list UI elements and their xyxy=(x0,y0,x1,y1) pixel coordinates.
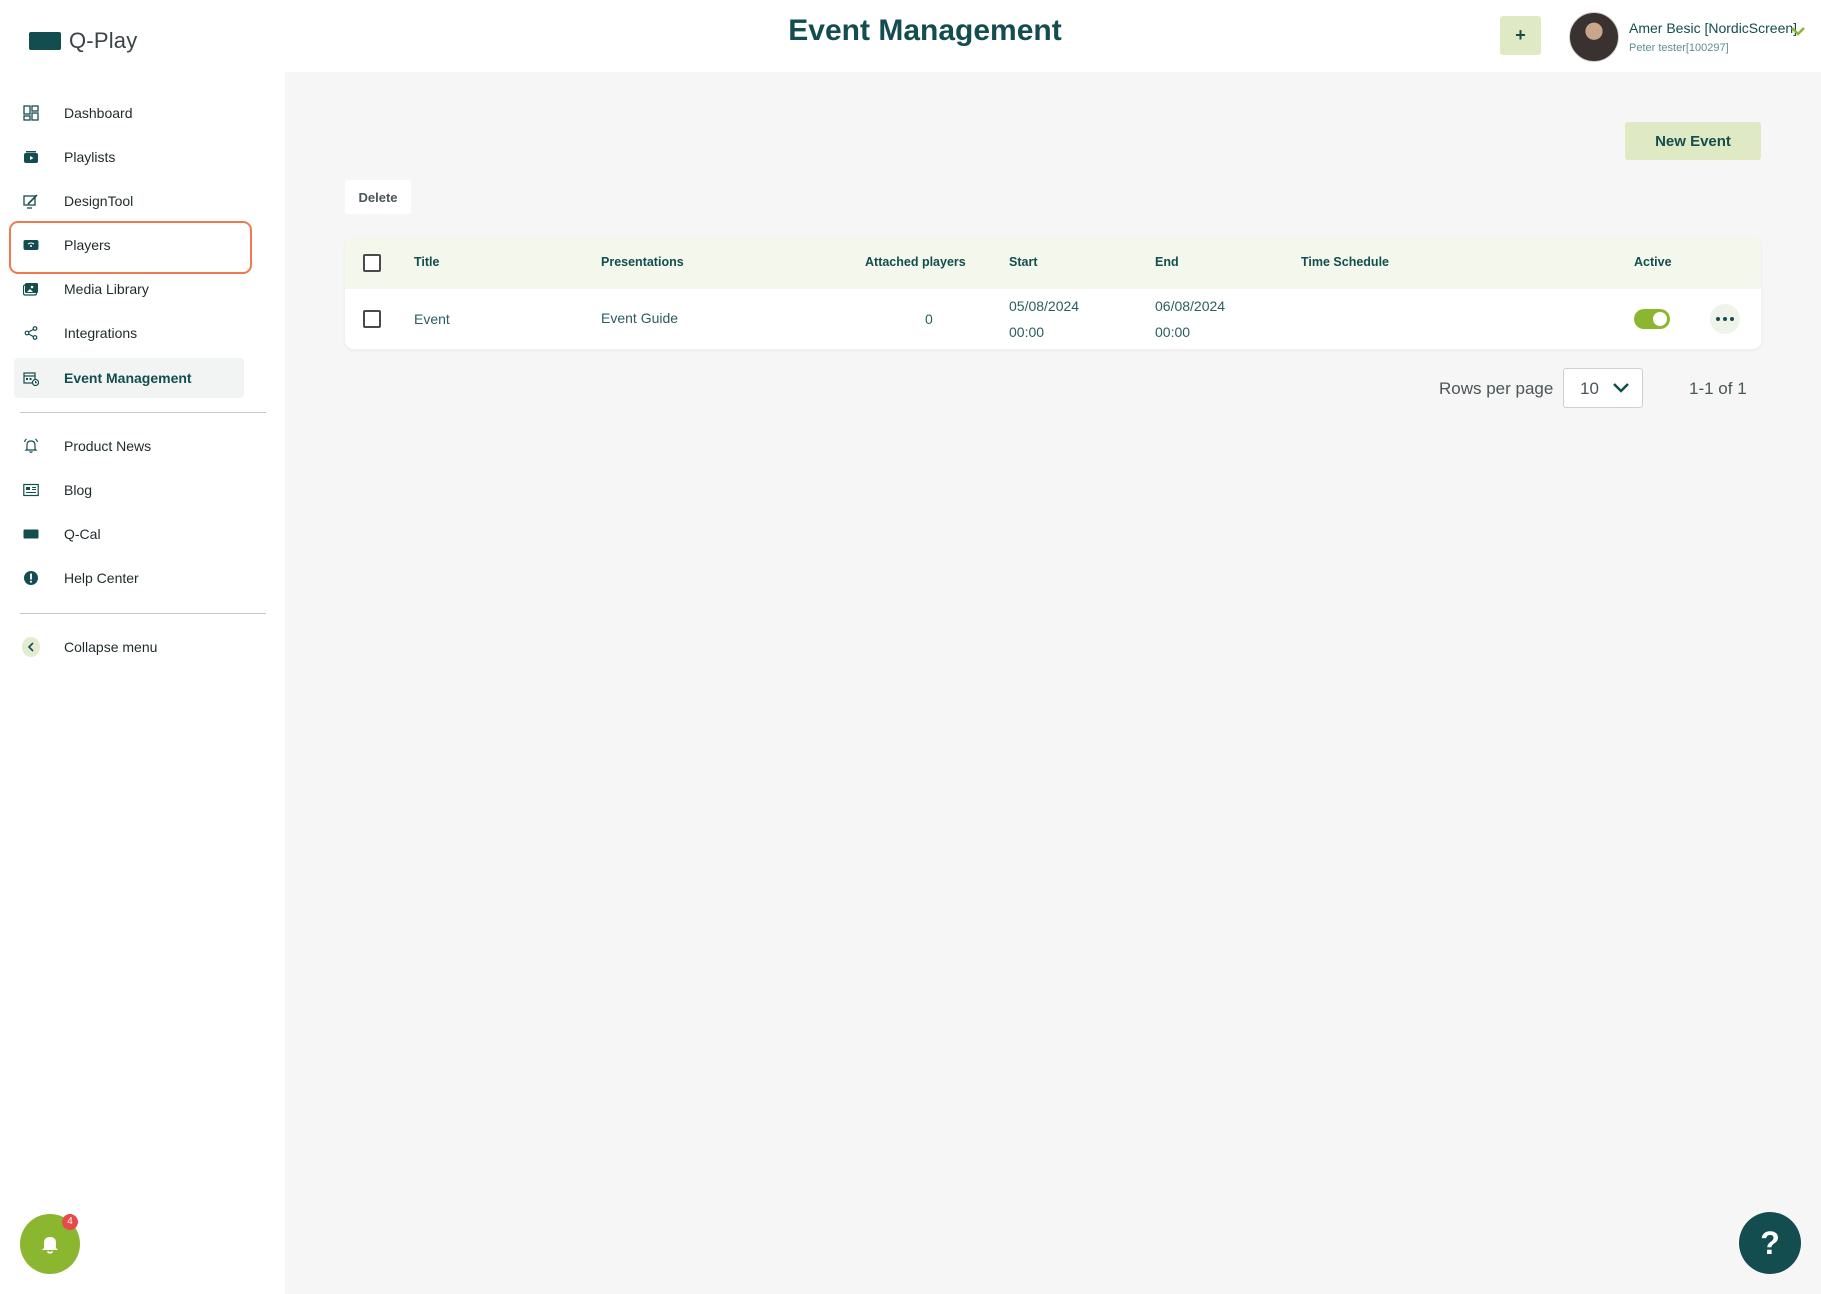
row-checkbox[interactable] xyxy=(363,310,381,328)
sidebar-item-q-cal[interactable]: Q-Cal xyxy=(14,514,244,554)
select-all-checkbox[interactable] xyxy=(363,254,381,272)
sidebar: Dashboard Playlists DesignTool Players M… xyxy=(0,72,285,1294)
start-time: 00:00 xyxy=(1009,324,1045,340)
sidebar-item-label: Playlists xyxy=(64,149,116,165)
sidebar-item-media-library[interactable]: Media Library xyxy=(14,269,244,309)
bell-icon xyxy=(22,437,40,455)
delete-button[interactable]: Delete xyxy=(345,180,411,214)
rows-per-page-label: Rows per page xyxy=(1439,379,1554,398)
sidebar-item-label: Media Library xyxy=(64,281,149,297)
add-button[interactable]: + xyxy=(1500,16,1541,55)
collapse-icon-wrap xyxy=(22,637,40,657)
more-dot xyxy=(1723,317,1727,321)
presentation-link[interactable]: Event Guide xyxy=(601,310,678,326)
sidebar-item-label: Blog xyxy=(64,482,93,498)
sidebar-item-blog[interactable]: Blog xyxy=(14,470,244,510)
collapse-menu-button[interactable]: Collapse menu xyxy=(14,627,244,667)
column-header-end[interactable]: End xyxy=(1155,255,1179,269)
more-dot xyxy=(1730,317,1734,321)
column-header-start[interactable]: Start xyxy=(1009,255,1037,269)
main-content: New Event Delete Title Presentations Att… xyxy=(285,72,1821,1294)
pagination: Rows per page 10 1-1 of 1 xyxy=(1439,368,1761,408)
qcal-icon xyxy=(22,525,40,543)
share-icon xyxy=(22,324,40,342)
column-header-title[interactable]: Title xyxy=(414,255,439,269)
sidebar-item-label: Integrations xyxy=(64,325,138,341)
event-title-link[interactable]: Event xyxy=(414,311,450,327)
bell-icon xyxy=(42,1237,58,1254)
sidebar-item-integrations[interactable]: Integrations xyxy=(14,313,244,353)
page-title: Event Management xyxy=(788,14,1062,47)
sidebar-item-dashboard[interactable]: Dashboard xyxy=(14,93,244,133)
sidebar-item-label: Q-Cal xyxy=(64,526,101,542)
user-menu[interactable]: Amer Besic [NordicScreen] Peter tester[1… xyxy=(1569,12,1805,62)
column-header-active[interactable]: Active xyxy=(1634,255,1672,269)
column-header-presentations[interactable]: Presentations xyxy=(601,255,684,269)
end-date: 06/08/2024 xyxy=(1155,298,1226,314)
sidebar-item-label: Product News xyxy=(64,438,152,454)
user-name: Amer Besic [NordicScreen] xyxy=(1629,20,1798,36)
calendar-icon xyxy=(22,369,40,387)
user-account: Peter tester[100297] xyxy=(1629,42,1729,54)
sidebar-divider xyxy=(20,613,266,614)
info-icon xyxy=(22,569,40,587)
player-icon xyxy=(22,236,40,254)
sidebar-item-label: Dashboard xyxy=(64,105,133,121)
events-table: Title Presentations Attached players Sta… xyxy=(345,237,1761,349)
sidebar-item-event-management[interactable]: Event Management xyxy=(14,358,244,398)
collapse-menu-label: Collapse menu xyxy=(64,639,158,655)
sidebar-item-product-news[interactable]: Product News xyxy=(14,426,244,466)
rows-per-page-select[interactable]: 10 xyxy=(1563,368,1643,408)
top-header: Q-Play Event Management + Amer Besic [No… xyxy=(0,0,1821,72)
sidebar-item-players[interactable]: Players xyxy=(14,225,244,265)
toggle-knob xyxy=(1653,312,1667,326)
attached-players-count: 0 xyxy=(925,311,933,327)
end-time: 00:00 xyxy=(1155,324,1191,340)
active-toggle[interactable] xyxy=(1634,309,1670,329)
rows-per-page-value: 10 xyxy=(1580,379,1599,398)
design-icon xyxy=(22,192,40,210)
sidebar-item-playlists[interactable]: Playlists xyxy=(14,137,244,177)
chevron-down-icon[interactable] xyxy=(1791,26,1805,36)
chevron-left-icon xyxy=(22,637,40,657)
help-chat-button[interactable]: ? xyxy=(1739,1212,1801,1274)
more-options-button[interactable] xyxy=(1710,304,1740,334)
column-header-time-schedule[interactable]: Time Schedule xyxy=(1301,255,1389,269)
dashboard-icon xyxy=(22,104,40,122)
newspaper-icon xyxy=(22,481,40,499)
avatar[interactable] xyxy=(1569,12,1619,62)
notification-count-badge: 4 xyxy=(62,1214,78,1230)
new-event-button[interactable]: New Event xyxy=(1625,122,1761,160)
sidebar-item-label: Event Management xyxy=(64,370,192,386)
column-header-attached-players[interactable]: Attached players xyxy=(865,255,966,269)
sidebar-item-designtool[interactable]: DesignTool xyxy=(14,181,244,221)
media-icon xyxy=(22,280,40,298)
playlist-icon xyxy=(22,148,40,166)
table-header: Title Presentations Attached players Sta… xyxy=(345,237,1761,289)
sidebar-item-label: DesignTool xyxy=(64,193,134,209)
sidebar-item-label: Help Center xyxy=(64,570,139,586)
page-range: 1-1 of 1 xyxy=(1689,379,1747,398)
sidebar-item-help-center[interactable]: Help Center xyxy=(14,558,244,598)
user-info: Amer Besic [NordicScreen] Peter tester[1… xyxy=(1629,20,1797,54)
sidebar-item-label: Players xyxy=(64,237,111,253)
sidebar-divider xyxy=(20,412,266,413)
chevron-down-icon xyxy=(1613,383,1629,393)
more-dots-icon xyxy=(1716,317,1720,321)
start-date: 05/08/2024 xyxy=(1009,298,1080,314)
